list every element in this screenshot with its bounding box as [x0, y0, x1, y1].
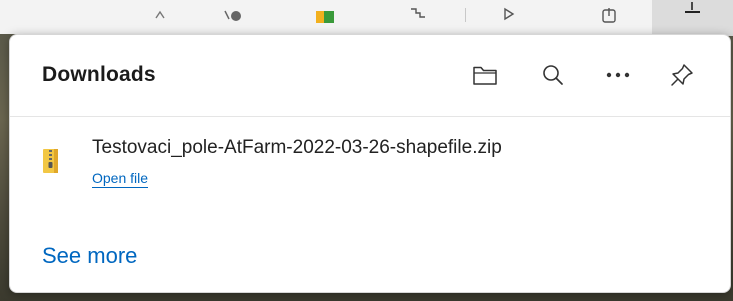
zip-file-icon: [43, 149, 58, 173]
pin-icon: [671, 64, 693, 86]
read-aloud-icon[interactable]: [150, 4, 176, 26]
search-icon: [543, 65, 563, 85]
open-folder-button[interactable]: [467, 57, 503, 93]
open-file-link[interactable]: Open file: [92, 170, 149, 188]
search-button[interactable]: [535, 57, 571, 93]
extension-icon[interactable]: [220, 4, 246, 26]
downloads-toolbar-button[interactable]: [652, 0, 733, 36]
more-icon: [606, 72, 630, 78]
more-options-button[interactable]: [600, 57, 636, 93]
panel-title: Downloads: [42, 63, 156, 86]
toolbar-separator: [465, 8, 466, 22]
folder-icon: [473, 66, 497, 85]
puzzle-extensions-icon[interactable]: [405, 4, 431, 26]
pin-button[interactable]: [664, 57, 700, 93]
downloads-header: Downloads: [10, 35, 730, 117]
collections-icon[interactable]: [497, 4, 523, 26]
browser-toolbar: [0, 0, 733, 36]
office-extension-icon[interactable]: [312, 4, 338, 26]
download-item[interactable]: Testovaci_pole-AtFarm-2022-03-26-shapefi…: [10, 127, 730, 205]
share-icon[interactable]: [596, 4, 622, 26]
see-more-link[interactable]: See more: [42, 243, 137, 269]
download-file-name[interactable]: Testovaci_pole-AtFarm-2022-03-26-shapefi…: [92, 137, 502, 159]
downloads-panel: Downloads Testovaci_pole-AtFarm-2022-03-…: [9, 34, 731, 293]
